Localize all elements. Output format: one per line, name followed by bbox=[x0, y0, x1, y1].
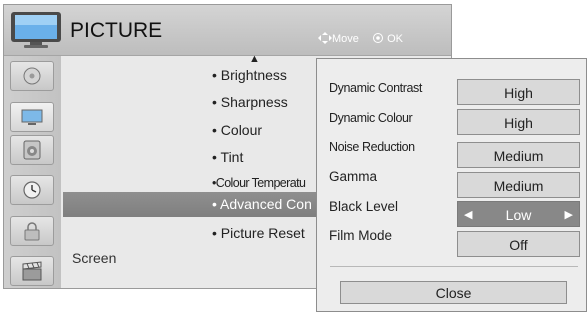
noise-reduction-value[interactable]: Medium bbox=[457, 142, 580, 168]
panel-divider bbox=[330, 266, 578, 267]
sidebar-item-setup[interactable] bbox=[10, 61, 54, 91]
ok-button-icon bbox=[373, 33, 383, 43]
page-title: PICTURE bbox=[70, 19, 163, 42]
close-button[interactable]: Close bbox=[340, 281, 567, 304]
dynamic-contrast-value[interactable]: High bbox=[457, 79, 580, 105]
black-level-value: Low bbox=[505, 207, 532, 223]
ok-hint: OK bbox=[372, 32, 403, 45]
move-hint-label: Move bbox=[332, 33, 359, 45]
move-hint: Move bbox=[318, 32, 359, 45]
dynamic-contrast-label: Dynamic Contrast bbox=[329, 81, 422, 95]
menu-item-tint[interactable]: • Tint bbox=[212, 149, 243, 165]
film-mode-value[interactable]: Off bbox=[457, 231, 580, 257]
sidebar-item-media[interactable] bbox=[10, 256, 54, 286]
clapperboard-icon bbox=[22, 261, 42, 281]
clock-icon bbox=[23, 181, 41, 199]
film-mode-label: Film Mode bbox=[329, 228, 393, 243]
move-arrows-icon bbox=[318, 32, 332, 44]
sidebar-item-picture[interactable] bbox=[10, 102, 54, 132]
sidebar-item-time[interactable] bbox=[10, 175, 54, 205]
scroll-up-arrow-icon[interactable]: ▲ bbox=[249, 53, 260, 65]
black-level-selector[interactable]: ◀ Low ▶ bbox=[457, 201, 580, 227]
ok-hint-label: OK bbox=[387, 33, 403, 45]
dynamic-colour-label: Dynamic Colour bbox=[329, 111, 413, 125]
black-level-label: Black Level bbox=[329, 199, 399, 214]
tv-icon bbox=[10, 11, 62, 49]
menu-item-advanced-control[interactable]: • Advanced Con bbox=[212, 196, 312, 212]
advanced-control-panel: Dynamic Contrast High Dynamic Colour Hig… bbox=[316, 58, 587, 312]
menu-header: PICTURE Move OK bbox=[4, 5, 451, 56]
arrow-left-icon[interactable]: ◀ bbox=[464, 202, 472, 228]
noise-reduction-label: Noise Reduction bbox=[329, 140, 415, 154]
monitor-icon bbox=[21, 109, 43, 125]
gamma-label: Gamma bbox=[329, 169, 378, 184]
menu-item-colour-temperature[interactable]: •Colour Temperatu bbox=[212, 176, 306, 190]
menu-item-colour[interactable]: • Colour bbox=[212, 122, 262, 138]
disc-icon bbox=[23, 67, 41, 85]
gamma-value[interactable]: Medium bbox=[457, 172, 580, 198]
menu-item-brightness[interactable]: • Brightness bbox=[212, 67, 287, 83]
menu-item-picture-reset[interactable]: • Picture Reset bbox=[212, 225, 305, 241]
arrow-right-icon[interactable]: ▶ bbox=[565, 202, 573, 228]
lock-icon bbox=[24, 222, 40, 241]
menu-item-sharpness[interactable]: • Sharpness bbox=[212, 94, 288, 110]
speaker-icon bbox=[23, 140, 41, 160]
menu-item-screen[interactable]: Screen bbox=[72, 250, 116, 266]
sidebar-item-lock[interactable] bbox=[10, 216, 54, 246]
sidebar-item-audio[interactable] bbox=[10, 135, 54, 165]
dynamic-colour-value[interactable]: High bbox=[457, 109, 580, 135]
category-sidebar bbox=[4, 56, 61, 288]
